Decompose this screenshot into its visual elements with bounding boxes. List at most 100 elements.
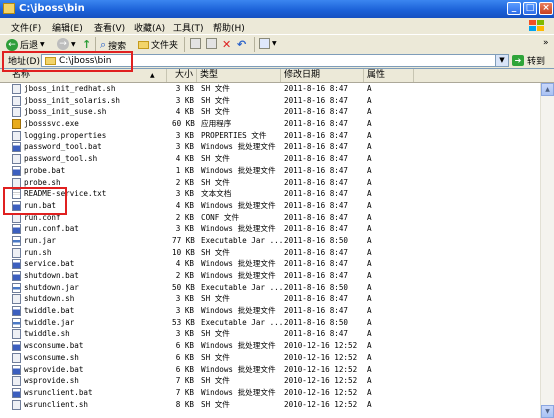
file-type: SH 文件 bbox=[201, 154, 230, 164]
menu-tools[interactable]: 工具(T) bbox=[173, 21, 204, 34]
column-header-attributes[interactable]: 属性 bbox=[364, 69, 414, 82]
search-button[interactable]: ⌕ 搜索 bbox=[100, 38, 126, 52]
back-dropdown-icon: ▼ bbox=[40, 41, 45, 48]
file-row[interactable]: wsconsume.sh 6 KB SH 文件 2010-12-16 12:52 A bbox=[0, 352, 554, 364]
close-button[interactable]: × bbox=[539, 2, 553, 15]
file-type: Windows 批处理文件 bbox=[201, 200, 276, 210]
vertical-scrollbar[interactable]: ▲ ▼ bbox=[540, 83, 554, 418]
file-row[interactable]: logging.properties 3 KB PROPERTIES 文件 2011-… bbox=[0, 130, 554, 142]
menu-edit[interactable]: 编辑(E) bbox=[52, 21, 83, 34]
file-date: 2011-8-16 8:47 bbox=[284, 130, 349, 140]
search-icon: ⌕ bbox=[100, 38, 107, 51]
file-type: Windows 批处理文件 bbox=[201, 165, 276, 175]
file-row[interactable]: shutdown.jar 50 KB Executable Jar ... 2011-… bbox=[0, 282, 554, 294]
file-date: 2011-8-16 8:47 bbox=[284, 95, 349, 105]
file-date: 2011-8-16 8:47 bbox=[284, 107, 349, 117]
file-size: 4 KB bbox=[175, 107, 194, 117]
toolbar-separator bbox=[184, 37, 185, 52]
file-row[interactable]: run.jar 77 KB Executable Jar ... 2011-8-16 … bbox=[0, 235, 554, 247]
move-to-button[interactable] bbox=[190, 38, 201, 49]
file-name: wsrunclient.sh bbox=[24, 399, 89, 409]
file-sh-icon bbox=[12, 294, 21, 305]
file-row[interactable]: password_tool.bat 3 KB Windows 批处理文件 2011-8… bbox=[0, 141, 554, 153]
file-attributes: A bbox=[367, 317, 372, 327]
scroll-up-button[interactable]: ▲ bbox=[541, 83, 554, 96]
folders-label: 文件夹 bbox=[151, 41, 179, 51]
menu-file[interactable]: 文件(F) bbox=[11, 21, 41, 34]
file-attributes: A bbox=[367, 399, 372, 409]
file-attributes: A bbox=[367, 142, 372, 152]
up-folder-button[interactable]: ↑ bbox=[82, 38, 91, 51]
back-button[interactable]: ← 后退 ▼ bbox=[6, 38, 45, 51]
column-header-size[interactable]: 大小 bbox=[167, 69, 197, 82]
file-date: 2011-8-16 8:47 bbox=[284, 200, 349, 210]
toolbar-chevron[interactable]: » bbox=[543, 38, 549, 48]
file-row[interactable]: jboss_init_suse.sh 4 KB SH 文件 2011-8-16 8:4… bbox=[0, 106, 554, 118]
menu-view[interactable]: 查看(V) bbox=[94, 21, 125, 34]
delete-button[interactable]: ✕ bbox=[222, 38, 231, 51]
file-rows: jboss_init_redhat.sh 3 KB SH 文件 2011-8-16 8… bbox=[0, 83, 554, 410]
folder-icon bbox=[3, 3, 15, 14]
file-row[interactable]: shutdown.bat 2 KB Windows 批处理文件 2011-8-16 8… bbox=[0, 270, 554, 282]
file-row[interactable]: wsprovide.bat 6 KB Windows 批处理文件 2010-12-16… bbox=[0, 364, 554, 376]
file-type: Windows 批处理文件 bbox=[201, 142, 276, 152]
file-row[interactable]: run.conf.bat 3 KB Windows 批处理文件 2011-8-16 8… bbox=[0, 223, 554, 235]
copy-to-icon bbox=[206, 38, 217, 49]
file-row[interactable]: wsrunclient.bat 7 KB Windows 批处理文件 2010-12-… bbox=[0, 387, 554, 399]
file-row[interactable]: probe.bat 1 KB Windows 批处理文件 2011-8-16 8:47… bbox=[0, 165, 554, 177]
file-row[interactable]: wsprovide.sh 7 KB SH 文件 2010-12-16 12:52 A bbox=[0, 375, 554, 387]
file-type: Windows 批处理文件 bbox=[201, 259, 276, 269]
file-row[interactable]: probe.sh 2 KB SH 文件 2011-8-16 8:47 A bbox=[0, 177, 554, 189]
file-size: 60 KB bbox=[172, 119, 195, 129]
file-size: 4 KB bbox=[175, 154, 194, 164]
maximize-button[interactable]: □ bbox=[523, 2, 537, 15]
file-jar-icon bbox=[12, 282, 21, 293]
file-size: 2 KB bbox=[175, 212, 194, 222]
file-size: 7 KB bbox=[175, 376, 194, 386]
file-name: twiddle.bat bbox=[24, 306, 75, 316]
menu-favorites[interactable]: 收藏(A) bbox=[134, 21, 165, 34]
menu-help[interactable]: 帮助(H) bbox=[213, 21, 245, 34]
file-row[interactable]: wsconsume.bat 6 KB Windows 批处理文件 2010-12-16… bbox=[0, 340, 554, 352]
copy-to-button[interactable] bbox=[206, 38, 217, 49]
file-size: 3 KB bbox=[175, 294, 194, 304]
file-date: 2010-12-16 12:52 bbox=[284, 352, 358, 362]
folders-button[interactable]: 文件夹 bbox=[138, 38, 178, 51]
back-arrow-icon: ← bbox=[6, 38, 18, 51]
file-size: 6 KB bbox=[175, 352, 194, 362]
file-row[interactable]: run.bat 4 KB Windows 批处理文件 2011-8-16 8:47 A bbox=[0, 200, 554, 212]
file-row[interactable]: README-service.txt 3 KB 文本文档 2011-8-16 8:47… bbox=[0, 188, 554, 200]
minimize-button[interactable]: _ bbox=[507, 2, 521, 15]
undo-button[interactable]: ↶ bbox=[237, 38, 246, 51]
file-row[interactable]: run.sh 10 KB SH 文件 2011-8-16 8:47 A bbox=[0, 247, 554, 259]
file-row[interactable]: password_tool.sh 4 KB SH 文件 2011-8-16 8:47 A bbox=[0, 153, 554, 165]
file-row[interactable]: shutdown.sh 3 KB SH 文件 2011-8-16 8:47 A bbox=[0, 293, 554, 305]
file-row[interactable]: twiddle.jar 53 KB Executable Jar ... 2011-8… bbox=[0, 317, 554, 329]
column-header-type[interactable]: 类型 bbox=[197, 69, 281, 82]
file-row[interactable]: service.bat 4 KB Windows 批处理文件 2011-8-16 8:… bbox=[0, 258, 554, 270]
file-type: CONF 文件 bbox=[201, 212, 240, 222]
views-dropdown-icon: ▼ bbox=[272, 40, 277, 47]
file-row[interactable]: jboss_init_redhat.sh 3 KB SH 文件 2011-8-16 8… bbox=[0, 83, 554, 95]
file-name: probe.bat bbox=[24, 165, 66, 175]
column-header-modified[interactable]: 修改日期 bbox=[281, 69, 364, 82]
file-row[interactable]: run.conf 2 KB CONF 文件 2011-8-16 8:47 A bbox=[0, 212, 554, 224]
file-name: shutdown.bat bbox=[24, 271, 79, 280]
file-row[interactable]: twiddle.sh 3 KB SH 文件 2011-8-16 8:47 A bbox=[0, 328, 554, 340]
file-row[interactable]: jboss_init_solaris.sh 3 KB SH 文件 2011-8-16 … bbox=[0, 95, 554, 107]
toolbar-separator bbox=[254, 37, 255, 52]
file-name: twiddle.sh bbox=[24, 329, 70, 339]
forward-button[interactable]: → ▼ bbox=[57, 38, 76, 50]
file-date: 2011-8-16 8:47 bbox=[284, 165, 349, 175]
file-type: Windows 批处理文件 bbox=[201, 387, 276, 397]
file-size: 3 KB bbox=[175, 329, 194, 339]
scroll-down-button[interactable]: ▼ bbox=[541, 405, 554, 418]
go-button[interactable]: ➔ 转到 bbox=[512, 54, 545, 67]
file-name: twiddle.jar bbox=[24, 317, 75, 327]
views-button[interactable]: ▼ bbox=[259, 38, 277, 49]
up-arrow-icon: ↑ bbox=[82, 38, 92, 51]
file-row[interactable]: twiddle.bat 3 KB Windows 批处理文件 2011-8-16 8:… bbox=[0, 305, 554, 317]
file-row[interactable]: jbosssvc.exe 60 KB 应用程序 2011-8-16 8:47 A bbox=[0, 118, 554, 130]
address-dropdown-icon[interactable]: ▼ bbox=[495, 55, 508, 66]
file-row[interactable]: wsrunclient.sh 8 KB SH 文件 2010-12-16 12:52 A bbox=[0, 399, 554, 411]
